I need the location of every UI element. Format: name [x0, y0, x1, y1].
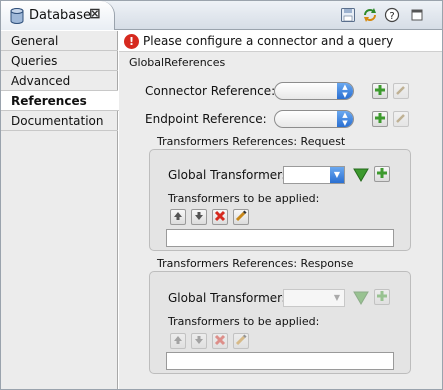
delete-icon — [214, 334, 226, 346]
add-icon — [377, 291, 387, 301]
response-transformers-title: Transformers References: Response — [157, 257, 354, 270]
request-transformers-title: Transformers References: Request — [157, 135, 346, 148]
arrow-up-icon — [174, 336, 182, 344]
add-request-transformer-button[interactable] — [374, 166, 390, 182]
edit-connector-button[interactable] — [393, 83, 409, 99]
delete-icon — [214, 210, 226, 222]
editor-window: Database ⊠ ? General Queries Advanced Re… — [0, 0, 443, 390]
response-transformers-group: Global Transformers: ▼ Transformers to b… — [149, 271, 411, 374]
section-nav: General Queries Advanced References Docu… — [1, 31, 119, 389]
arrow-down-icon — [195, 212, 203, 220]
editor-tab[interactable]: Database ⊠ — [1, 1, 115, 30]
apply-down-arrow-icon[interactable] — [353, 291, 369, 305]
add-response-transformer-button[interactable] — [374, 289, 390, 305]
connector-reference-combo[interactable]: ▲ ▼ — [274, 82, 354, 100]
error-icon: ! — [124, 34, 139, 49]
edit-transformer-button[interactable] — [233, 209, 249, 225]
response-global-transformers-label: Global Transformers: — [168, 291, 293, 305]
move-up-button[interactable] — [170, 209, 186, 225]
add-icon — [377, 168, 387, 178]
pencil-icon — [396, 86, 405, 95]
request-applied-transformers-field[interactable] — [166, 229, 394, 247]
edit-transformer-button[interactable] — [233, 333, 249, 349]
maximize-icon[interactable] — [409, 7, 425, 23]
move-down-button[interactable] — [191, 333, 207, 349]
delete-transformer-button[interactable] — [212, 209, 228, 225]
global-references-title: GlobalReferences — [129, 56, 226, 69]
add-endpoint-button[interactable] — [372, 111, 388, 127]
references-panel: ! Please configure a connector and a que… — [119, 31, 442, 389]
close-icon[interactable]: ⊠ — [89, 6, 101, 22]
nav-item-references[interactable]: References — [1, 91, 119, 111]
chevron-down-icon: ▼ — [330, 167, 344, 183]
apply-down-arrow-icon[interactable] — [353, 168, 369, 182]
refresh-icon[interactable] — [362, 7, 378, 23]
nav-item-general[interactable]: General — [1, 31, 118, 51]
move-up-button[interactable] — [170, 333, 186, 349]
arrow-down-icon — [195, 336, 203, 344]
add-connector-button[interactable] — [372, 83, 388, 99]
arrow-up-icon — [174, 212, 182, 220]
request-global-transformers-select[interactable]: ▼ — [283, 166, 345, 184]
request-global-transformers-label: Global Transformers: — [168, 168, 293, 182]
response-applied-label: Transformers to be applied: — [168, 315, 320, 328]
connector-reference-label: Connector Reference: — [145, 84, 276, 98]
database-icon — [10, 8, 24, 24]
svg-text:?: ? — [389, 11, 394, 22]
nav-item-advanced[interactable]: Advanced — [1, 71, 118, 91]
nav-item-documentation[interactable]: Documentation — [1, 111, 118, 131]
pencil-icon — [235, 210, 247, 222]
editor-tab-bar: Database ⊠ ? — [1, 1, 442, 30]
tab-title: Database — [29, 8, 92, 23]
endpoint-reference-combo[interactable]: ▲ ▼ — [274, 110, 354, 128]
chevron-updown-icon: ▲ ▼ — [337, 111, 353, 127]
nav-item-queries[interactable]: Queries — [1, 51, 118, 71]
add-icon — [375, 113, 385, 123]
move-down-button[interactable] — [191, 209, 207, 225]
pencil-icon — [396, 114, 405, 123]
response-applied-transformers-field[interactable] — [166, 352, 394, 370]
response-global-transformers-select[interactable]: ▼ — [283, 289, 345, 307]
help-icon[interactable]: ? — [384, 7, 400, 23]
delete-transformer-button[interactable] — [212, 333, 228, 349]
message-bar: ! Please configure a connector and a que… — [119, 31, 442, 52]
request-transformers-group: Global Transformers: ▼ Transformers to b… — [149, 149, 411, 251]
chevron-down-icon: ▼ — [333, 293, 341, 302]
edit-endpoint-button[interactable] — [393, 111, 409, 127]
endpoint-reference-label: Endpoint Reference: — [145, 112, 267, 126]
request-applied-label: Transformers to be applied: — [168, 192, 320, 205]
chevron-updown-icon: ▲ ▼ — [337, 83, 353, 99]
save-icon[interactable] — [340, 7, 356, 23]
add-icon — [375, 85, 385, 95]
message-text: Please configure a connector and a query — [143, 34, 394, 48]
pencil-icon — [235, 334, 247, 346]
